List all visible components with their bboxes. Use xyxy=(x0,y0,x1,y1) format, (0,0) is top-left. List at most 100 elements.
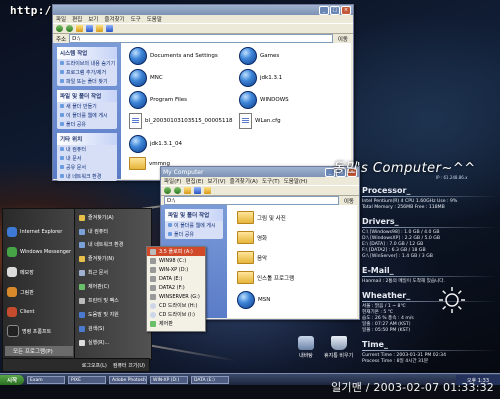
up-folder-icon[interactable] xyxy=(184,187,191,194)
menu-help[interactable]: 도움말(H) xyxy=(284,177,308,185)
folder-item[interactable]: WINDOWS xyxy=(239,91,289,109)
window-titlebar[interactable]: _ □ × xyxy=(53,5,353,15)
place-link[interactable]: 내 네트워크 환경 xyxy=(57,172,117,181)
folder-item[interactable]: Documents and Settings xyxy=(129,47,218,65)
menu-edit[interactable]: 편집 xyxy=(72,15,82,23)
maximize-button[interactable]: □ xyxy=(330,5,340,15)
folders-icon[interactable] xyxy=(204,187,211,194)
task-link[interactable]: 드라이브의 내용 숨기기 xyxy=(57,59,117,68)
start-button[interactable]: 시작 xyxy=(0,375,24,385)
up-folder-icon[interactable] xyxy=(76,25,83,32)
file-item[interactable]: bl_20030103103515_00005118 xyxy=(129,113,233,129)
place-favorites-n[interactable]: 즐겨찾기(N) xyxy=(79,255,114,262)
start-menu: Internet Explorer Windows Messenger 메모장 … xyxy=(2,208,152,386)
search-icon[interactable] xyxy=(86,25,93,32)
place-link[interactable]: 공유 문서 xyxy=(57,163,117,172)
folder-item[interactable]: jdk1.3.1_04 xyxy=(129,135,182,153)
menu-favorites[interactable]: 즐겨찾기(A) xyxy=(230,177,258,185)
back-icon[interactable] xyxy=(164,187,171,194)
task-link[interactable]: 이 폴더를 웹에 게시 xyxy=(57,111,117,120)
menu-tools[interactable]: 도구 xyxy=(131,15,141,23)
submenu-item[interactable]: WIN98 (C:) xyxy=(147,256,205,265)
place-control-panel[interactable]: 제어판(C) xyxy=(79,283,109,290)
folder-item[interactable]: 인스톨 프로그램 xyxy=(237,271,294,284)
taskbar-button[interactable]: DATA (E:) xyxy=(191,376,229,384)
start-item-cmd[interactable]: 명령 프롬프트 xyxy=(7,325,51,337)
task-link[interactable]: 폴더 공유 xyxy=(165,230,223,239)
menu-view[interactable]: 보기 xyxy=(88,15,98,23)
menu-tools[interactable]: 도구(T) xyxy=(262,177,280,185)
back-icon[interactable] xyxy=(56,25,63,32)
panel-title[interactable]: 파일 및 폴더 작업 xyxy=(165,209,223,221)
panel-title[interactable]: 시스템 작업 xyxy=(57,47,117,59)
place-printers[interactable]: 프린터 및 팩스 xyxy=(79,297,119,304)
menu-favorites[interactable]: 즐겨찾기 xyxy=(104,15,124,23)
task-link[interactable]: 파일 또는 폴더 찾기 xyxy=(57,77,117,86)
minimize-button[interactable]: _ xyxy=(319,5,329,15)
start-item-paint[interactable]: 그림판 xyxy=(7,287,34,297)
folder-item[interactable]: 그림 및 사진 xyxy=(237,211,286,224)
menu-help[interactable]: 도움말 xyxy=(147,15,162,23)
shortcut-item[interactable]: MSN xyxy=(237,291,270,309)
address-input[interactable]: D:\ xyxy=(69,34,333,43)
taskbar-button[interactable]: WIN-XP (D:) xyxy=(150,376,188,384)
start-item-ie[interactable]: Internet Explorer xyxy=(7,227,62,237)
address-input[interactable]: D:\ xyxy=(164,196,339,205)
start-item-messenger[interactable]: Windows Messenger xyxy=(7,247,71,257)
place-favorites[interactable]: 즐겨찾기(A) xyxy=(79,214,114,221)
menu-file[interactable]: 파일 xyxy=(56,15,66,23)
task-link[interactable]: 프로그램 추가/제거 xyxy=(57,68,117,77)
submenu-item[interactable]: CD 드라이브 (I:) xyxy=(147,310,205,319)
taskbar-button[interactable]: PIXE xyxy=(68,376,106,384)
panel-title[interactable]: 기타 위치 xyxy=(57,133,117,145)
submenu-item[interactable]: 제어판 xyxy=(147,319,205,328)
submenu-item[interactable]: WINSERVER (G:) xyxy=(147,292,205,301)
start-item-client[interactable]: Client xyxy=(7,307,34,317)
menu-view[interactable]: 보기(V) xyxy=(207,177,225,185)
submenu-item[interactable]: DATA2 (F:) xyxy=(147,283,205,292)
folder-item[interactable]: Games xyxy=(239,47,279,65)
place-link[interactable]: 내 문서 xyxy=(57,154,117,163)
task-link[interactable]: 이 폴더를 웹에 게시 xyxy=(165,221,223,230)
forward-icon[interactable] xyxy=(174,187,181,194)
window-titlebar[interactable]: My Computer _ □ × xyxy=(161,167,359,177)
forward-icon[interactable] xyxy=(66,25,73,32)
all-programs-button[interactable]: 모든 프로그램(P) xyxy=(5,346,73,356)
submenu-item[interactable]: DATA (E:) xyxy=(147,274,205,283)
place-help[interactable]: 도움말 및 지원 xyxy=(79,311,119,318)
menu-edit[interactable]: 편집(E) xyxy=(186,177,204,185)
go-button[interactable]: 이동 xyxy=(336,35,350,43)
folder-item[interactable]: 음악 xyxy=(237,251,267,264)
folder-item[interactable]: MNC xyxy=(129,69,163,87)
folder-item[interactable]: Program Files xyxy=(129,91,187,109)
folder-item[interactable]: jdk1.3.1 xyxy=(239,69,282,87)
desktop-icon-my-desktop[interactable]: 내바탕 xyxy=(298,336,314,359)
place-network[interactable]: 내 네트워크 환경 xyxy=(79,241,123,248)
go-button[interactable]: 이동 xyxy=(342,197,356,205)
start-item-notepad[interactable]: 메모장 xyxy=(7,267,34,277)
folders-icon[interactable] xyxy=(96,25,103,32)
submenu-item[interactable]: CD 드라이브 (H:) xyxy=(147,301,205,310)
folder-item[interactable]: 영화 xyxy=(237,231,267,244)
file-item[interactable]: WLan.cfg xyxy=(239,113,281,129)
submenu-item[interactable]: 3.5 플로피 (A:) xyxy=(147,247,205,256)
shutdown-button[interactable]: 컴퓨터 끄기(U) xyxy=(113,362,145,369)
taskbar-button[interactable]: Adobe Photoshop xyxy=(109,376,147,384)
search-icon[interactable] xyxy=(194,187,201,194)
submenu-item[interactable]: WIN-XP (D:) xyxy=(147,265,205,274)
place-my-computer[interactable]: 내 컴퓨터 xyxy=(79,228,108,235)
desktop-icon-recycle[interactable]: 휴지통 비우기 xyxy=(324,336,353,359)
task-link[interactable]: 새 폴더 만들기 xyxy=(57,102,117,111)
panel-title[interactable]: 파일 및 폴더 작업 xyxy=(57,90,117,102)
taskbar-button[interactable]: Exam xyxy=(27,376,65,384)
place-link[interactable]: 내 컴퓨터 xyxy=(57,145,117,154)
views-icon[interactable] xyxy=(106,25,113,32)
menu-file[interactable]: 파일(F) xyxy=(164,177,182,185)
place-search[interactable]: 검색(S) xyxy=(79,325,104,332)
logoff-button[interactable]: 로그오프(L) xyxy=(82,362,107,369)
close-button[interactable]: × xyxy=(341,5,351,15)
explorer-window-d[interactable]: _ □ × 파일 편집 보기 즐겨찾기 도구 도움말 주소 D:\ 이동 시스템… xyxy=(52,4,354,181)
place-run[interactable]: 실행(R)... xyxy=(79,339,109,346)
task-link[interactable]: 폴더 공유 xyxy=(57,120,117,129)
place-recent[interactable]: 최근 문서 xyxy=(79,269,108,276)
